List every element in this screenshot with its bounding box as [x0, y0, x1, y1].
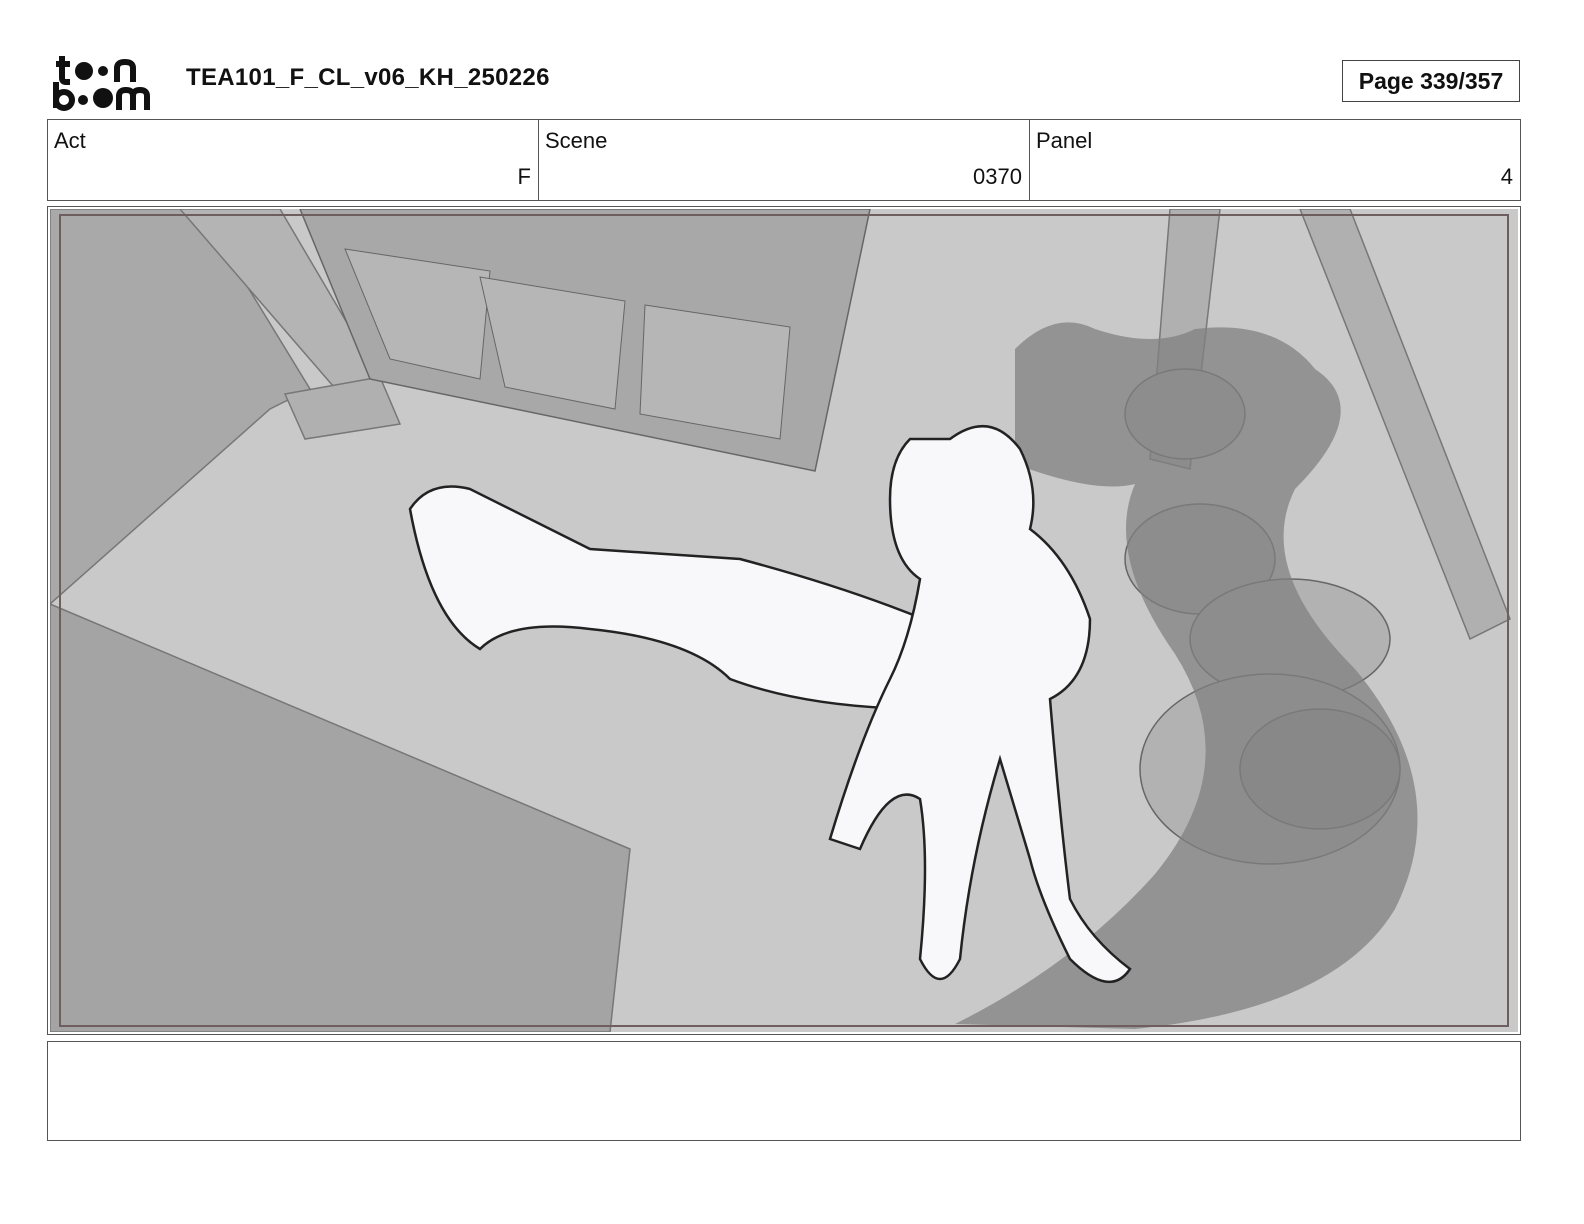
act-value: F [517, 164, 531, 189]
panel-cell: Panel 4 [1030, 120, 1520, 200]
logo-dot [93, 88, 113, 108]
panel-info-table: Act F Scene 0370 Panel 4 [47, 119, 1521, 201]
toon-boom-logo: toon [53, 56, 150, 111]
document-title: TEA101_F_CL_v06_KH_250226 [186, 64, 550, 91]
page-counter: Page 339/357 [1342, 60, 1520, 102]
scene-value: 0370 [973, 164, 1022, 189]
logo-letter-n [114, 58, 136, 82]
dialogue-notes-box [47, 1041, 1521, 1141]
logo-letter-t [59, 56, 70, 85]
panel-label: Panel [1036, 128, 1093, 153]
panel-value: 4 [1500, 164, 1513, 189]
act-label: Act [54, 128, 86, 153]
scene-cell: Scene 0370 [539, 120, 1030, 200]
logo-dot [78, 95, 88, 105]
scene-label: Scene [545, 128, 608, 153]
act-cell: Act F [48, 120, 539, 200]
logo-dot [75, 62, 93, 80]
logo-letter-m [116, 86, 150, 110]
logo-dot [98, 66, 108, 76]
storyboard-panel [47, 206, 1521, 1035]
storyboard-drawing [50, 209, 1518, 1032]
